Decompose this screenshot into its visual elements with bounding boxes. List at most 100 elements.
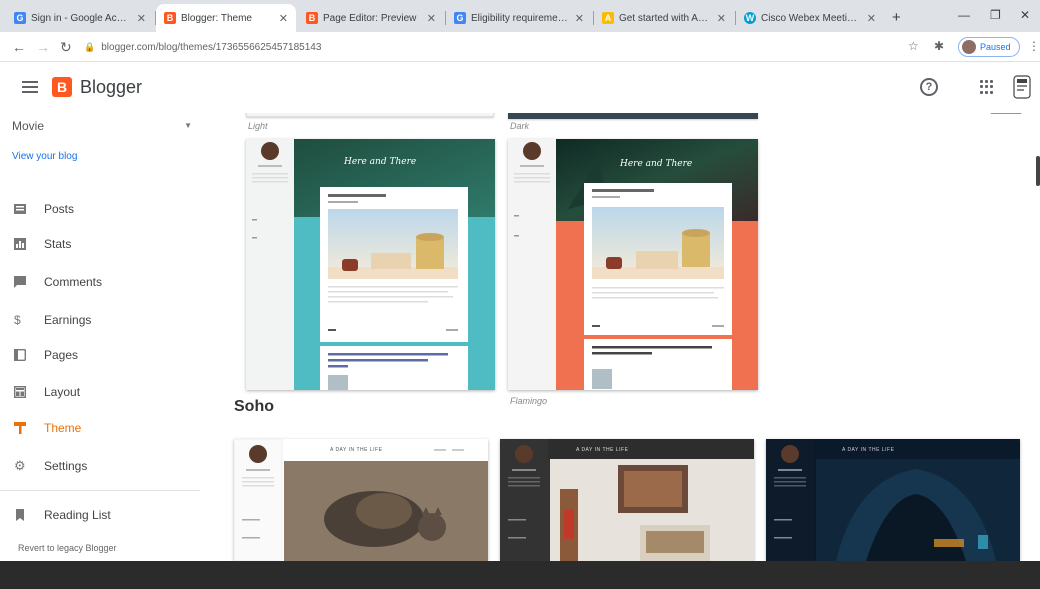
account-avatar[interactable] xyxy=(1012,74,1032,100)
preview-blog-title: Here and There xyxy=(620,159,693,169)
sidebar-item-label: Layout xyxy=(44,385,81,399)
sidebar: Movie ▼ View your blog Posts Stats Comme… xyxy=(0,113,220,561)
tab-adsense[interactable]: A Get started with AdSen ✕ xyxy=(594,4,734,32)
profile-button[interactable]: Paused xyxy=(958,37,1020,57)
preview-blog-title: A DAY IN THE LIFE xyxy=(576,447,629,453)
pages-icon xyxy=(14,349,26,361)
new-tab-button[interactable]: + xyxy=(892,9,901,26)
menu-dots-icon[interactable]: ⋮ xyxy=(1028,39,1040,53)
blog-name: Movie xyxy=(12,119,45,133)
theme-caption-flamingo: Flamingo xyxy=(510,396,548,406)
tab-title: Sign in - Google Accou xyxy=(31,12,131,24)
tab-eligibility[interactable]: G Eligibility requirements ✕ xyxy=(446,4,592,32)
extensions-icon[interactable]: ✱ xyxy=(934,39,944,53)
sidebar-item-comments[interactable]: Comments xyxy=(0,270,200,294)
hamburger-menu-icon[interactable] xyxy=(22,81,38,93)
sidebar-item-posts[interactable]: Posts xyxy=(0,197,200,221)
sidebar-item-label: Settings xyxy=(44,459,88,473)
comments-icon xyxy=(14,276,26,288)
soho-card-light[interactable]: A DAY IN THE LIFE xyxy=(234,439,488,561)
theme-caption-light: Light xyxy=(248,121,268,131)
theme-card-light[interactable] xyxy=(246,113,494,117)
sidebar-divider xyxy=(0,490,200,491)
preview-blog-title: A DAY IN THE LIFE xyxy=(330,447,383,453)
preview-blog-title: Here and There xyxy=(344,157,417,167)
soho-preview-light xyxy=(234,439,488,561)
layout-icon xyxy=(14,386,26,398)
sidebar-item-label: Earnings xyxy=(44,313,92,327)
sidebar-item-label: Posts xyxy=(44,202,75,216)
revert-legacy-link[interactable]: Revert to legacy Blogger xyxy=(18,543,117,553)
tab-title: Eligibility requirements xyxy=(471,12,569,24)
tab-title: Blogger: Theme xyxy=(181,12,252,24)
sidebar-item-label: Stats xyxy=(44,237,72,251)
tab-title: Page Editor: Preview xyxy=(323,12,417,24)
close-tab-icon[interactable]: ✕ xyxy=(867,12,876,25)
theme-caption-dark: Dark xyxy=(510,121,530,131)
chevron-down-icon: ▼ xyxy=(184,121,192,130)
tab-blogger-theme[interactable]: B Blogger: Theme ✕ xyxy=(156,4,296,32)
preview-blog-title: A DAY IN THE LIFE xyxy=(842,447,895,453)
stats-icon xyxy=(14,238,26,250)
sidebar-item-pages[interactable]: Pages xyxy=(0,343,200,367)
forward-arrow-icon[interactable]: → xyxy=(36,39,50,55)
bookmark-star-icon[interactable]: ☆ xyxy=(908,39,919,53)
tab-title: Cisco Webex Meetings xyxy=(761,12,861,24)
profile-status: Paused xyxy=(980,42,1011,52)
reload-icon[interactable]: ↻ xyxy=(60,39,72,56)
theme-card-teal[interactable]: Here and There xyxy=(246,139,495,390)
section-heading-soho: Soho xyxy=(234,398,274,415)
sidebar-item-label: Reading List xyxy=(44,508,111,522)
tab-title: Get started with AdSen xyxy=(619,12,711,24)
bookmark-icon xyxy=(16,509,24,521)
blogger-header: B Blogger ? xyxy=(0,63,1040,113)
close-window-icon[interactable]: ✕ xyxy=(1020,8,1030,22)
close-tab-icon[interactable]: ✕ xyxy=(137,12,146,25)
blogger-favicon-icon: B xyxy=(306,12,318,24)
os-taskbar xyxy=(0,561,1040,589)
back-arrow-icon[interactable]: ← xyxy=(12,39,26,55)
themes-gallery: Light Dark Here and There Here and There… xyxy=(220,113,1040,561)
minimize-icon[interactable]: — xyxy=(958,8,970,22)
theme-preview-teal xyxy=(246,139,495,390)
ribbon-accent xyxy=(990,113,1022,114)
apps-grid-icon[interactable] xyxy=(980,80,994,94)
gear-icon: ⚙ xyxy=(14,458,26,473)
close-tab-icon[interactable]: ✕ xyxy=(279,12,288,25)
lock-icon: 🔒 xyxy=(84,41,96,52)
blog-selector[interactable]: Movie ▼ xyxy=(12,119,192,133)
close-tab-icon[interactable]: ✕ xyxy=(575,12,584,25)
sidebar-item-stats[interactable]: Stats xyxy=(0,232,200,256)
adsense-favicon-icon: A xyxy=(602,12,614,24)
close-tab-icon[interactable]: ✕ xyxy=(717,12,726,25)
view-blog-link[interactable]: View your blog xyxy=(12,151,77,162)
theme-preview-flamingo xyxy=(508,139,758,390)
webex-favicon-icon: W xyxy=(744,12,756,24)
blogger-favicon-icon: B xyxy=(164,12,176,24)
theme-card-flamingo[interactable]: Here and There xyxy=(508,139,758,390)
help-icon[interactable]: ? xyxy=(920,78,938,96)
blogger-logo-icon: B xyxy=(52,77,72,97)
profile-avatar xyxy=(962,40,976,54)
sidebar-item-theme[interactable]: Theme xyxy=(0,416,200,440)
page-scrollbar[interactable] xyxy=(1036,156,1040,186)
earnings-icon: $ xyxy=(14,313,21,327)
google-favicon-icon: G xyxy=(14,12,26,24)
soho-card-navy[interactable]: A DAY IN THE LIFE xyxy=(766,439,1020,561)
theme-card-dark[interactable] xyxy=(508,113,758,119)
close-tab-icon[interactable]: ✕ xyxy=(427,12,436,25)
sidebar-item-settings[interactable]: ⚙ Settings xyxy=(0,454,200,478)
theme-icon xyxy=(14,422,26,434)
url-text: blogger.com/blog/themes/1736556625457185… xyxy=(101,41,322,53)
sidebar-item-reading-list[interactable]: Reading List xyxy=(0,503,200,527)
tab-google-signin[interactable]: G Sign in - Google Accou ✕ xyxy=(6,4,154,32)
soho-card-dark[interactable]: A DAY IN THE LIFE xyxy=(500,439,754,561)
soho-preview-dark xyxy=(500,439,754,561)
restore-icon[interactable]: ❐ xyxy=(990,8,1001,22)
tab-webex[interactable]: W Cisco Webex Meetings ✕ xyxy=(736,4,884,32)
tab-page-editor[interactable]: B Page Editor: Preview ✕ xyxy=(298,4,444,32)
browser-tab-strip: G Sign in - Google Accou ✕ B Blogger: Th… xyxy=(0,0,1040,32)
address-bar[interactable]: 🔒 blogger.com/blog/themes/17365566254571… xyxy=(84,36,904,58)
sidebar-item-layout[interactable]: Layout xyxy=(0,380,200,404)
sidebar-item-earnings[interactable]: $ Earnings xyxy=(0,308,200,332)
